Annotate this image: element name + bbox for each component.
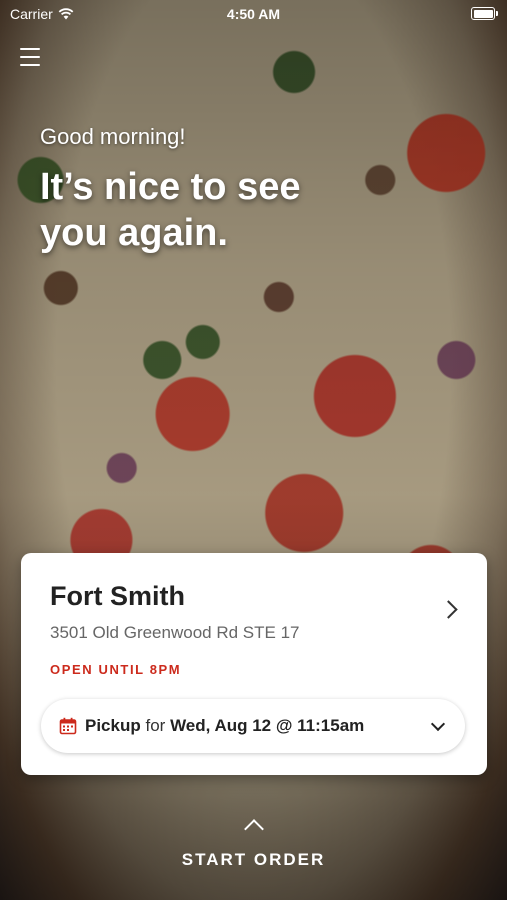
store-hours-status: OPEN UNTIL 8PM: [50, 662, 182, 677]
battery-icon: [471, 7, 498, 20]
pickup-connector: for: [145, 716, 166, 735]
pickup-time-selector[interactable]: Pickup for Wed, Aug 12 @ 11:15am: [41, 699, 465, 753]
pickup-datetime: Wed, Aug 12 @ 11:15am: [170, 716, 365, 735]
store-address: 3501 Old Greenwood Rd STE 17: [50, 623, 300, 642]
greeting-text: Good morning!: [40, 124, 186, 149]
clock: 4:50 AM: [226, 6, 281, 22]
status-bar: Carrier 4:50 AM: [0, 0, 507, 28]
chevron-down-icon[interactable]: [430, 716, 446, 732]
chevron-up-icon: [243, 819, 264, 839]
chevron-right-icon[interactable]: [439, 600, 458, 619]
store-name[interactable]: Fort Smith: [50, 581, 185, 612]
calendar-icon: [59, 717, 77, 735]
start-order-label: START ORDER: [181, 850, 326, 869]
pickup-summary: Pickup for Wed, Aug 12 @ 11:15am: [85, 716, 364, 736]
hamburger-menu-icon[interactable]: [20, 48, 40, 66]
start-order-button[interactable]: START ORDER: [0, 819, 507, 870]
pickup-mode: Pickup: [85, 716, 141, 735]
store-card: Fort Smith 3501 Old Greenwood Rd STE 17 …: [21, 553, 487, 775]
welcome-headline: It’s nice to see you again.: [40, 166, 301, 254]
